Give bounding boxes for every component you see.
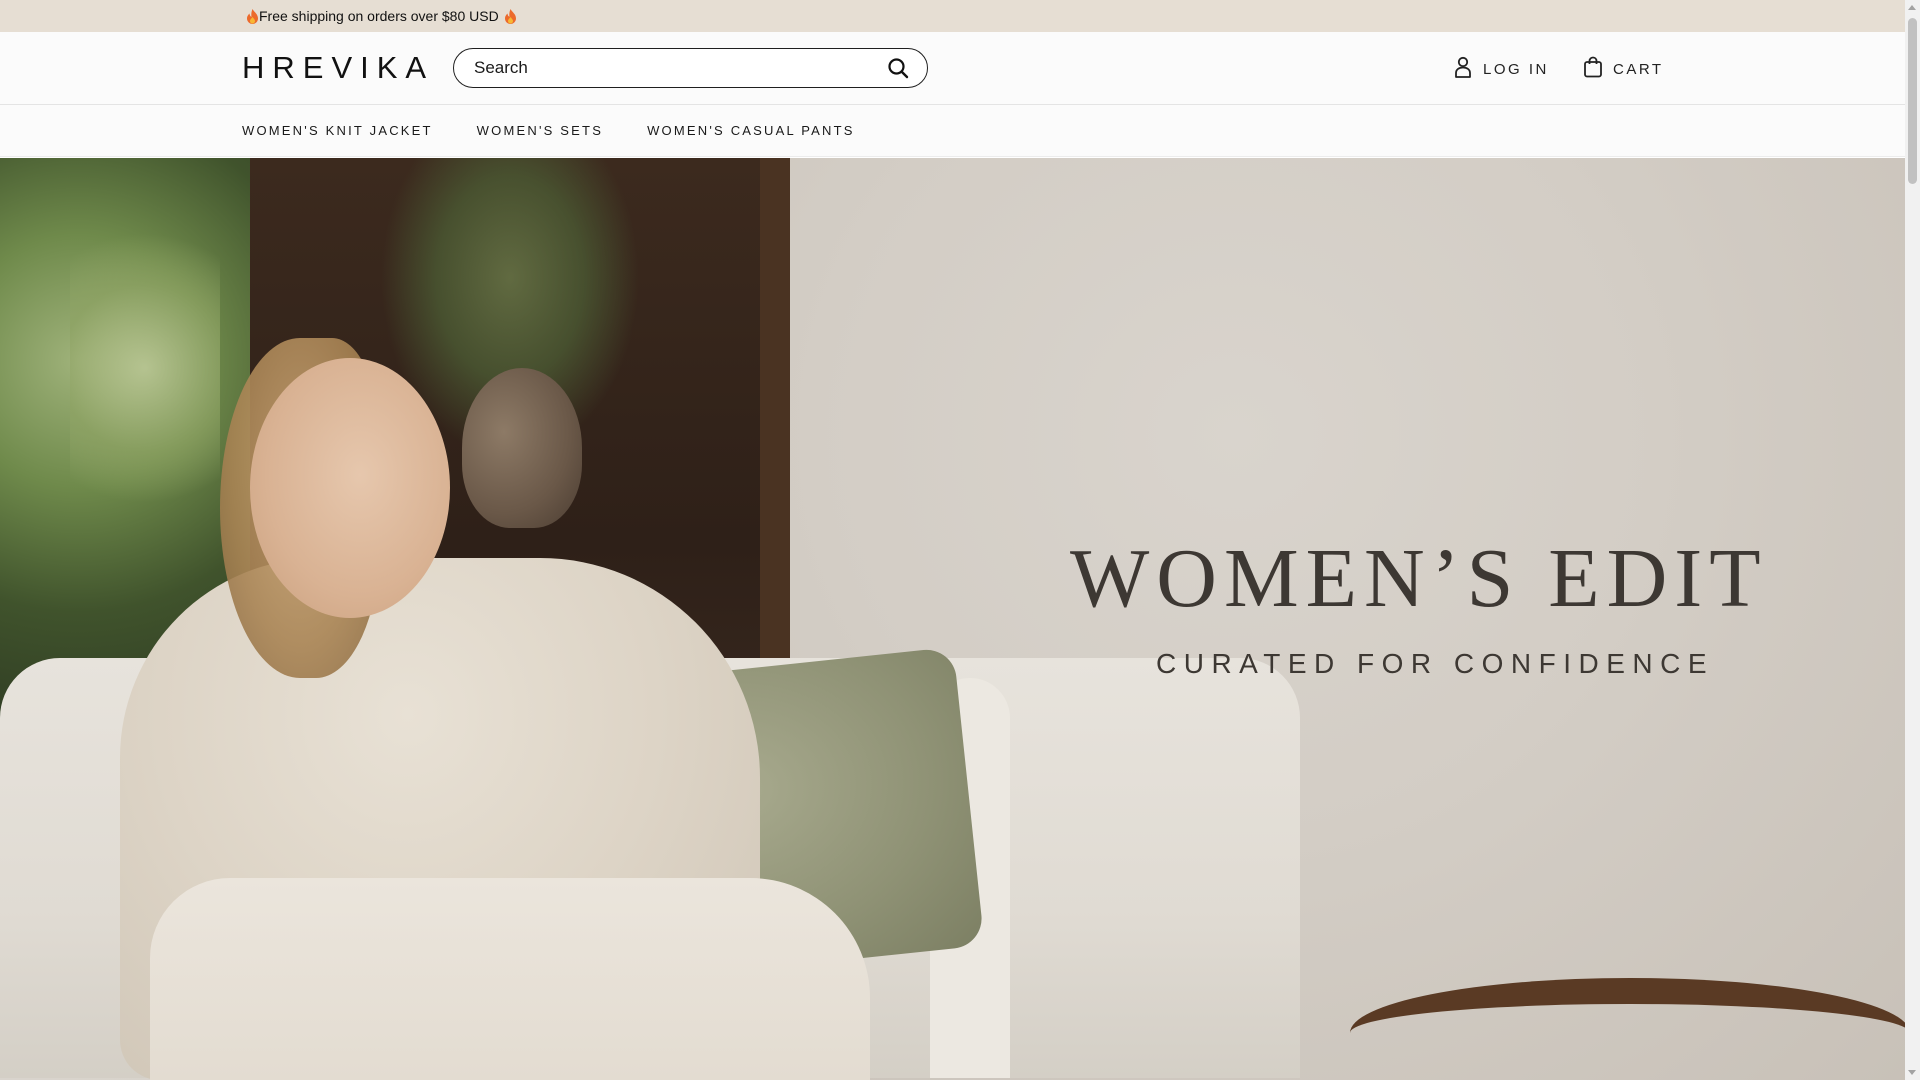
flame-icon — [246, 8, 259, 24]
scroll-up-icon[interactable] — [1908, 5, 1916, 10]
logo[interactable]: HREVIKA — [242, 50, 434, 86]
nav-item-womens-sets[interactable]: WOMEN'S SETS — [477, 123, 603, 138]
hero-subtitle: CURATED FOR CONFIDENCE — [1156, 648, 1715, 679]
scroll-thumb[interactable] — [1908, 18, 1917, 184]
announcement-bar: Free shipping on orders over $80 USD — [0, 0, 1905, 32]
hero-banner[interactable]: WOMEN’S EDIT CURATED FOR CONFIDENCE — [0, 158, 1905, 1080]
main-nav: WOMEN'S KNIT JACKET WOMEN'S SETS WOMEN'S… — [0, 105, 1905, 157]
user-icon — [1453, 56, 1483, 82]
nav-item-womens-casual-pants[interactable]: WOMEN'S CASUAL PANTS — [647, 123, 855, 138]
search-icon[interactable] — [887, 57, 909, 79]
search-bar — [453, 48, 928, 88]
scroll-down-icon[interactable] — [1908, 1070, 1916, 1075]
cart-link[interactable]: CART — [1583, 56, 1664, 82]
login-link[interactable]: LOG IN — [1453, 56, 1549, 82]
site-header: HREVIKA LOG IN CART — [0, 32, 1905, 105]
login-label: LOG IN — [1483, 60, 1549, 78]
search-input[interactable] — [474, 49, 874, 86]
announcement-text: Free shipping on orders over $80 USD — [259, 8, 499, 24]
hero-title: WOMEN’S EDIT — [1070, 532, 1768, 625]
shopping-bag-icon — [1583, 56, 1613, 82]
page: Free shipping on orders over $80 USD HRE… — [0, 0, 1905, 1080]
nav-item-womens-knit-jacket[interactable]: WOMEN'S KNIT JACKET — [242, 123, 433, 138]
page-scrollbar[interactable] — [1905, 0, 1920, 1080]
flame-icon — [504, 8, 517, 24]
cart-label: CART — [1613, 60, 1664, 78]
